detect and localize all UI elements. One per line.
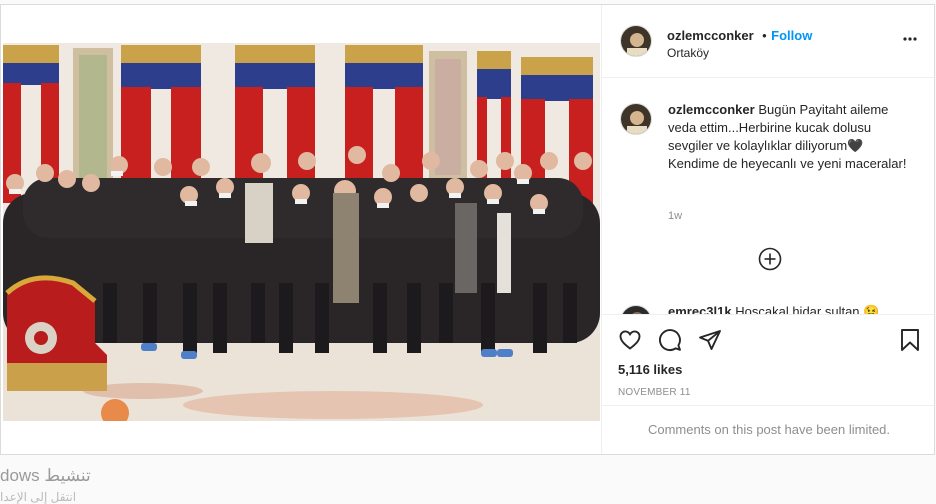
follow-separator: •: [762, 28, 767, 43]
caption-age[interactable]: 1w: [668, 210, 682, 222]
save-bookmark-icon[interactable]: [898, 328, 922, 352]
second-comment-avatar[interactable]: [620, 305, 652, 314]
author-avatar[interactable]: [620, 25, 652, 57]
post-caption: ozlemcconker Bugün Payitaht aileme veda …: [668, 101, 908, 173]
share-icon[interactable]: [698, 328, 722, 352]
activation-watermark-subtext: انتقل إلى الإعدا: [0, 490, 77, 504]
post-side-panel: ozlemcconker • Follow Ortaköy ozlemcconk…: [601, 5, 936, 454]
follow-button[interactable]: Follow: [771, 28, 812, 43]
comments-limited-notice: Comments on this post have been limited.: [602, 405, 936, 455]
more-options-icon[interactable]: [902, 35, 918, 43]
instagram-post: ozlemcconker • Follow Ortaköy ozlemcconk…: [0, 4, 936, 455]
post-location[interactable]: Ortaköy: [667, 46, 709, 60]
likes-count[interactable]: 5,116 likes: [618, 362, 682, 377]
caption-username[interactable]: ozlemcconker: [668, 102, 755, 117]
header-name-row: ozlemcconker • Follow: [667, 27, 812, 45]
post-photo[interactable]: [3, 43, 600, 421]
author-username[interactable]: ozlemcconker: [667, 28, 754, 43]
comment-icon[interactable]: [658, 328, 682, 352]
activation-watermark: dows تنشيط: [0, 466, 91, 485]
caption-avatar[interactable]: [620, 103, 652, 135]
post-date[interactable]: NOVEMBER 11: [618, 387, 691, 398]
like-heart-icon[interactable]: [618, 328, 642, 352]
second-comment-line: emrec3l1k Hoşçakal hidar sultan 😉: [668, 304, 879, 314]
second-comment-username[interactable]: emrec3l1k: [668, 304, 732, 314]
post-actions: 5,116 likes NOVEMBER 11: [602, 314, 936, 398]
second-comment: emrec3l1k Hoşçakal hidar sultan 😉: [602, 301, 936, 314]
second-comment-text: Hoşçakal hidar sultan 😉: [735, 304, 880, 314]
post-header: ozlemcconker • Follow Ortaköy: [602, 5, 936, 78]
load-more-comments-icon[interactable]: [758, 247, 782, 271]
